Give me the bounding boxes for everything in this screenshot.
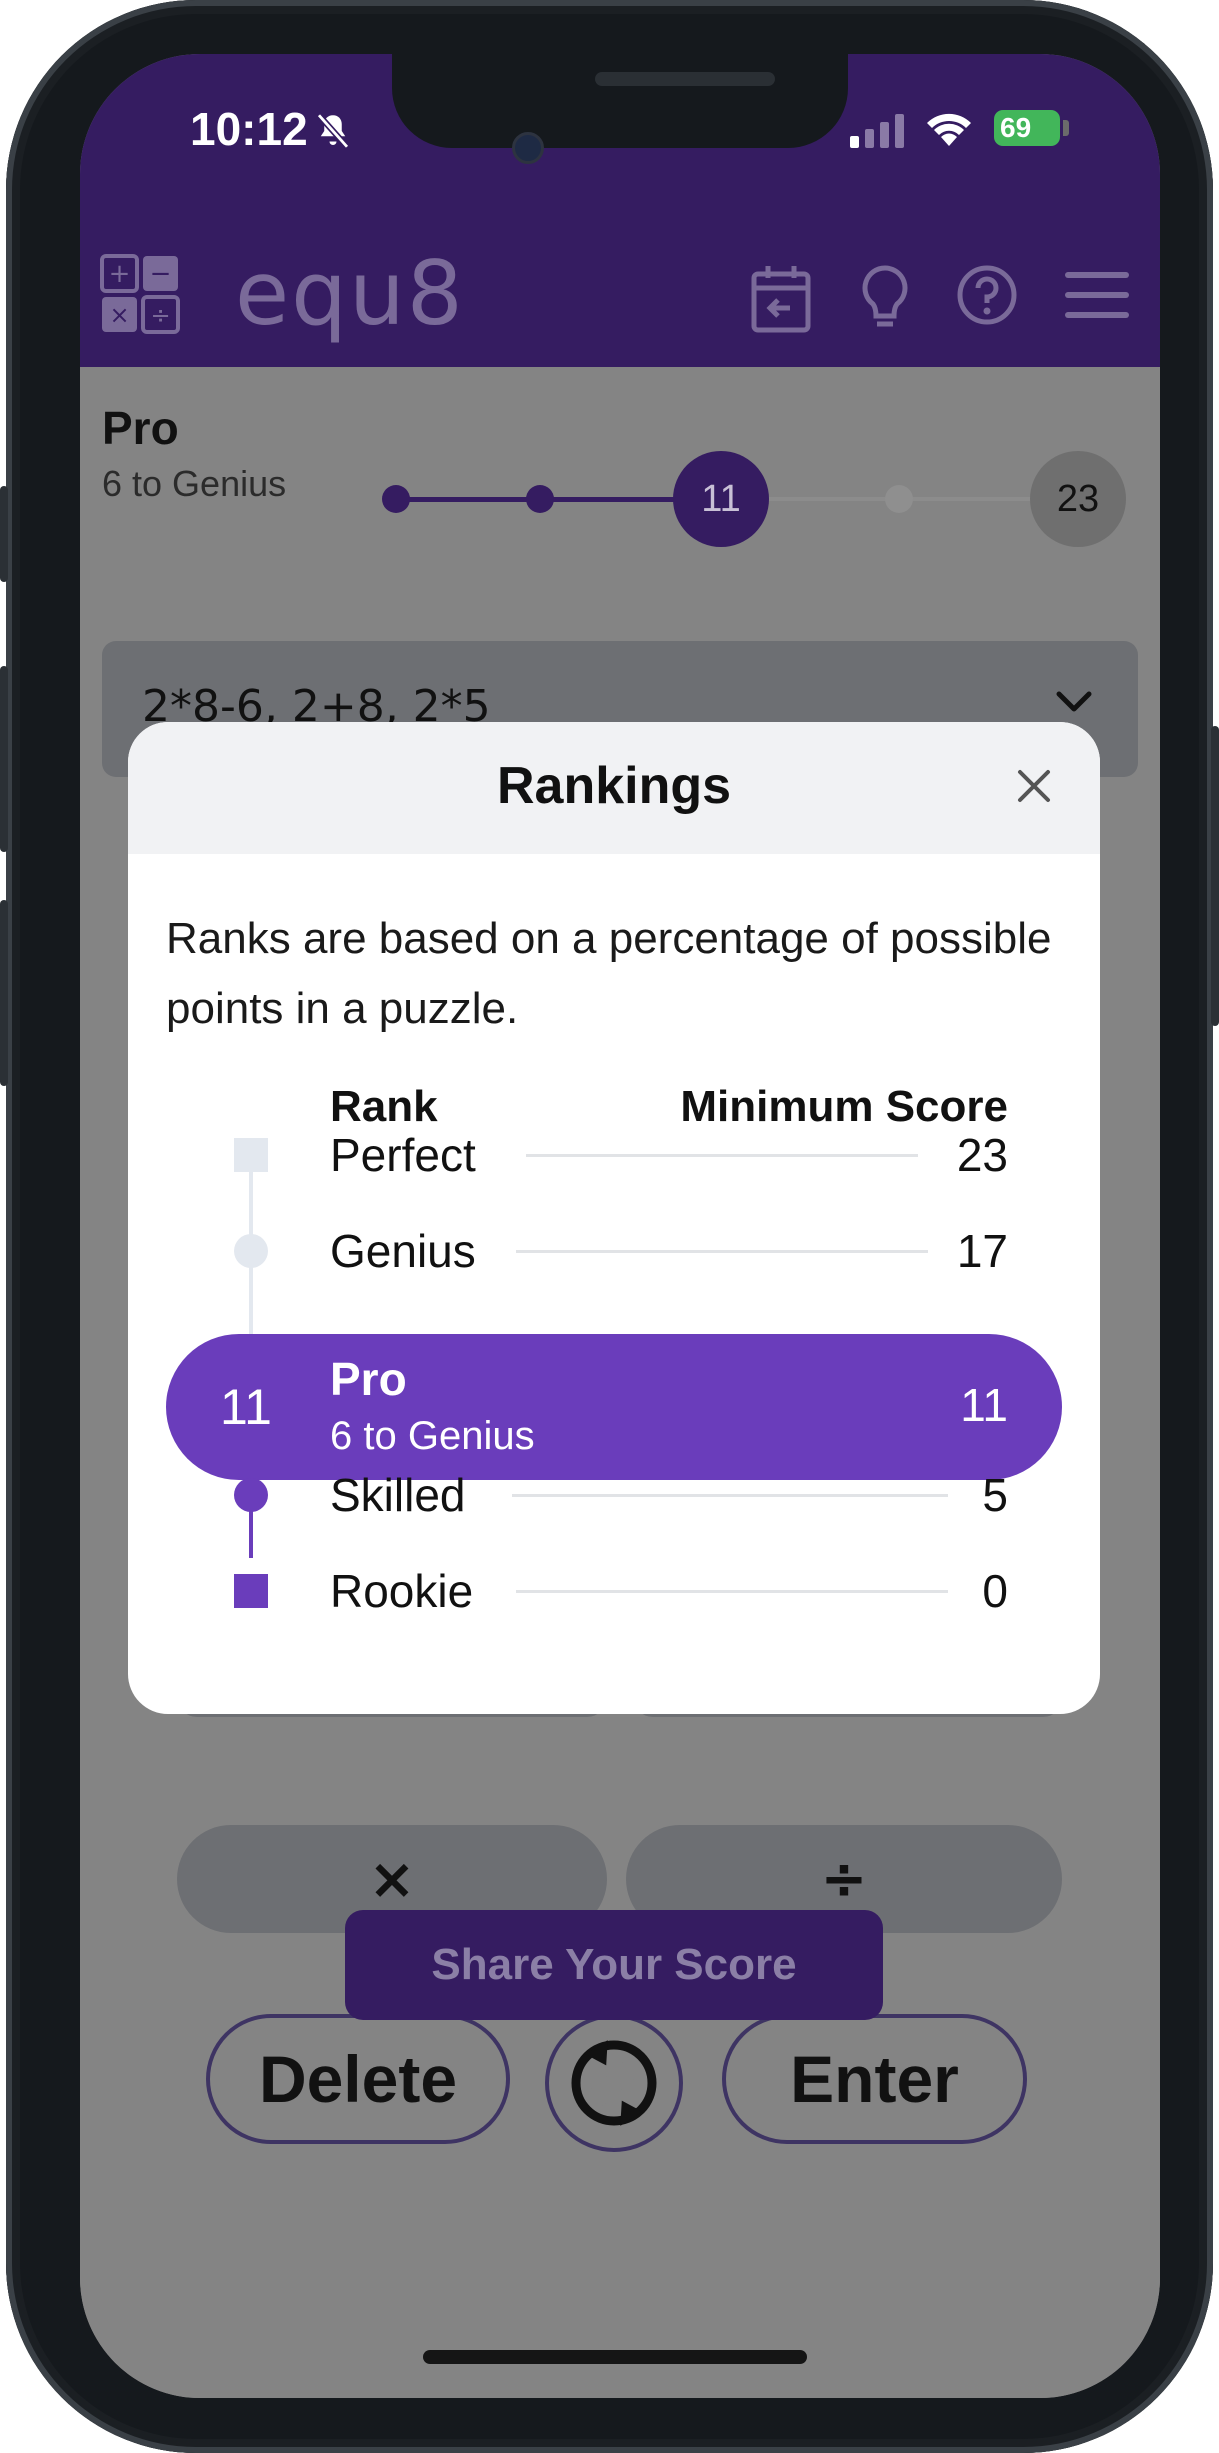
rank-subtitle: 6 to Genius	[330, 1414, 535, 1458]
modal-description: Ranks are based on a percentage of possi…	[166, 914, 1052, 1033]
current-score: 11	[220, 1379, 272, 1435]
silent-switch	[0, 486, 8, 582]
notch	[392, 54, 848, 148]
delete-button[interactable]: Delete	[206, 2014, 510, 2144]
status-time: 10:12	[190, 103, 308, 155]
rank-min-score: 11	[960, 1379, 1008, 1431]
battery-cap	[1063, 120, 1069, 136]
help-icon[interactable]	[956, 264, 1018, 326]
row-divider	[516, 1590, 948, 1593]
rank-name: Genius	[330, 1225, 476, 1277]
logo-icon: + − × ÷	[100, 254, 180, 334]
svg-text:+: +	[109, 259, 131, 289]
refresh-icon	[571, 2040, 657, 2126]
rank-min-score: 23	[956, 1129, 1008, 1181]
divide-label: ÷	[820, 1847, 868, 1912]
column-header-rank: Rank	[330, 1082, 438, 1131]
rank-min-score: 5	[982, 1469, 1008, 1521]
rank-marker-rookie	[234, 1574, 268, 1608]
battery-indicator: 69	[994, 110, 1060, 146]
shuffle-button[interactable]	[545, 2014, 683, 2152]
rankings-modal: Rankings Ranks are based on a percentage…	[128, 722, 1100, 1714]
chevron-down-icon	[1056, 691, 1092, 712]
battery-level: 69	[1000, 112, 1032, 143]
home-indicator[interactable]	[423, 2350, 807, 2364]
multiply-label: ×	[368, 1847, 416, 1912]
progress-max-score: 23	[1030, 451, 1126, 547]
rank-min-score: 0	[982, 1565, 1008, 1617]
progress-dot-skilled	[526, 485, 554, 513]
progress-filled-track	[395, 497, 720, 502]
earpiece	[595, 72, 775, 86]
app-header: + − × ÷ equ8	[80, 234, 1160, 367]
modal-header: Rankings	[128, 722, 1100, 854]
column-header-min-score: Minimum Score	[680, 1082, 1008, 1131]
progress-dot-genius	[885, 485, 913, 513]
calendar-back-icon[interactable]	[750, 264, 812, 334]
current-rank-title: Pro	[102, 402, 179, 454]
progress-dot-rookie	[382, 485, 410, 513]
close-icon[interactable]	[1014, 766, 1054, 806]
volume-down-button	[0, 900, 8, 1086]
rank-name: Skilled	[330, 1469, 466, 1521]
rank-name: Rookie	[330, 1565, 474, 1617]
front-camera	[512, 132, 544, 164]
rank-name: Pro	[330, 1353, 407, 1405]
bell-muted-icon	[316, 113, 350, 149]
app-brand: equ8	[235, 242, 465, 345]
svg-text:÷: ÷	[150, 301, 170, 329]
svg-text:−: −	[150, 259, 172, 289]
menu-icon[interactable]	[1065, 270, 1129, 320]
rank-name: Perfect	[330, 1129, 476, 1181]
share-score-button[interactable]: Share Your Score	[345, 1910, 883, 2020]
cellular-signal-icon	[850, 114, 904, 148]
rank-min-score: 17	[956, 1225, 1008, 1277]
rank-marker-genius	[234, 1234, 268, 1268]
rank-marker-perfect	[234, 1138, 268, 1172]
enter-button[interactable]: Enter	[722, 2014, 1027, 2144]
lightbulb-icon[interactable]	[860, 264, 910, 334]
modal-title: Rankings	[496, 757, 732, 815]
wifi-icon	[927, 113, 971, 146]
row-divider	[516, 1250, 928, 1253]
progress-current-score: 11	[673, 451, 769, 547]
svg-text:×: ×	[109, 301, 129, 329]
row-divider	[512, 1494, 948, 1497]
row-divider	[526, 1154, 918, 1157]
phone-frame: 10:12 69 + − × ÷ equ8 Pro 6 to Genius 11…	[0, 0, 1219, 2453]
power-button	[1211, 726, 1219, 1026]
rank-marker-skilled	[234, 1478, 268, 1512]
current-rank-subtitle: 6 to Genius	[102, 463, 287, 504]
volume-up-button	[0, 666, 8, 852]
screen: 10:12 69 + − × ÷ equ8 Pro 6 to Genius 11…	[80, 54, 1160, 2398]
rank-row-pro-current: 11 Pro 6 to Genius 11	[166, 1334, 1062, 1480]
